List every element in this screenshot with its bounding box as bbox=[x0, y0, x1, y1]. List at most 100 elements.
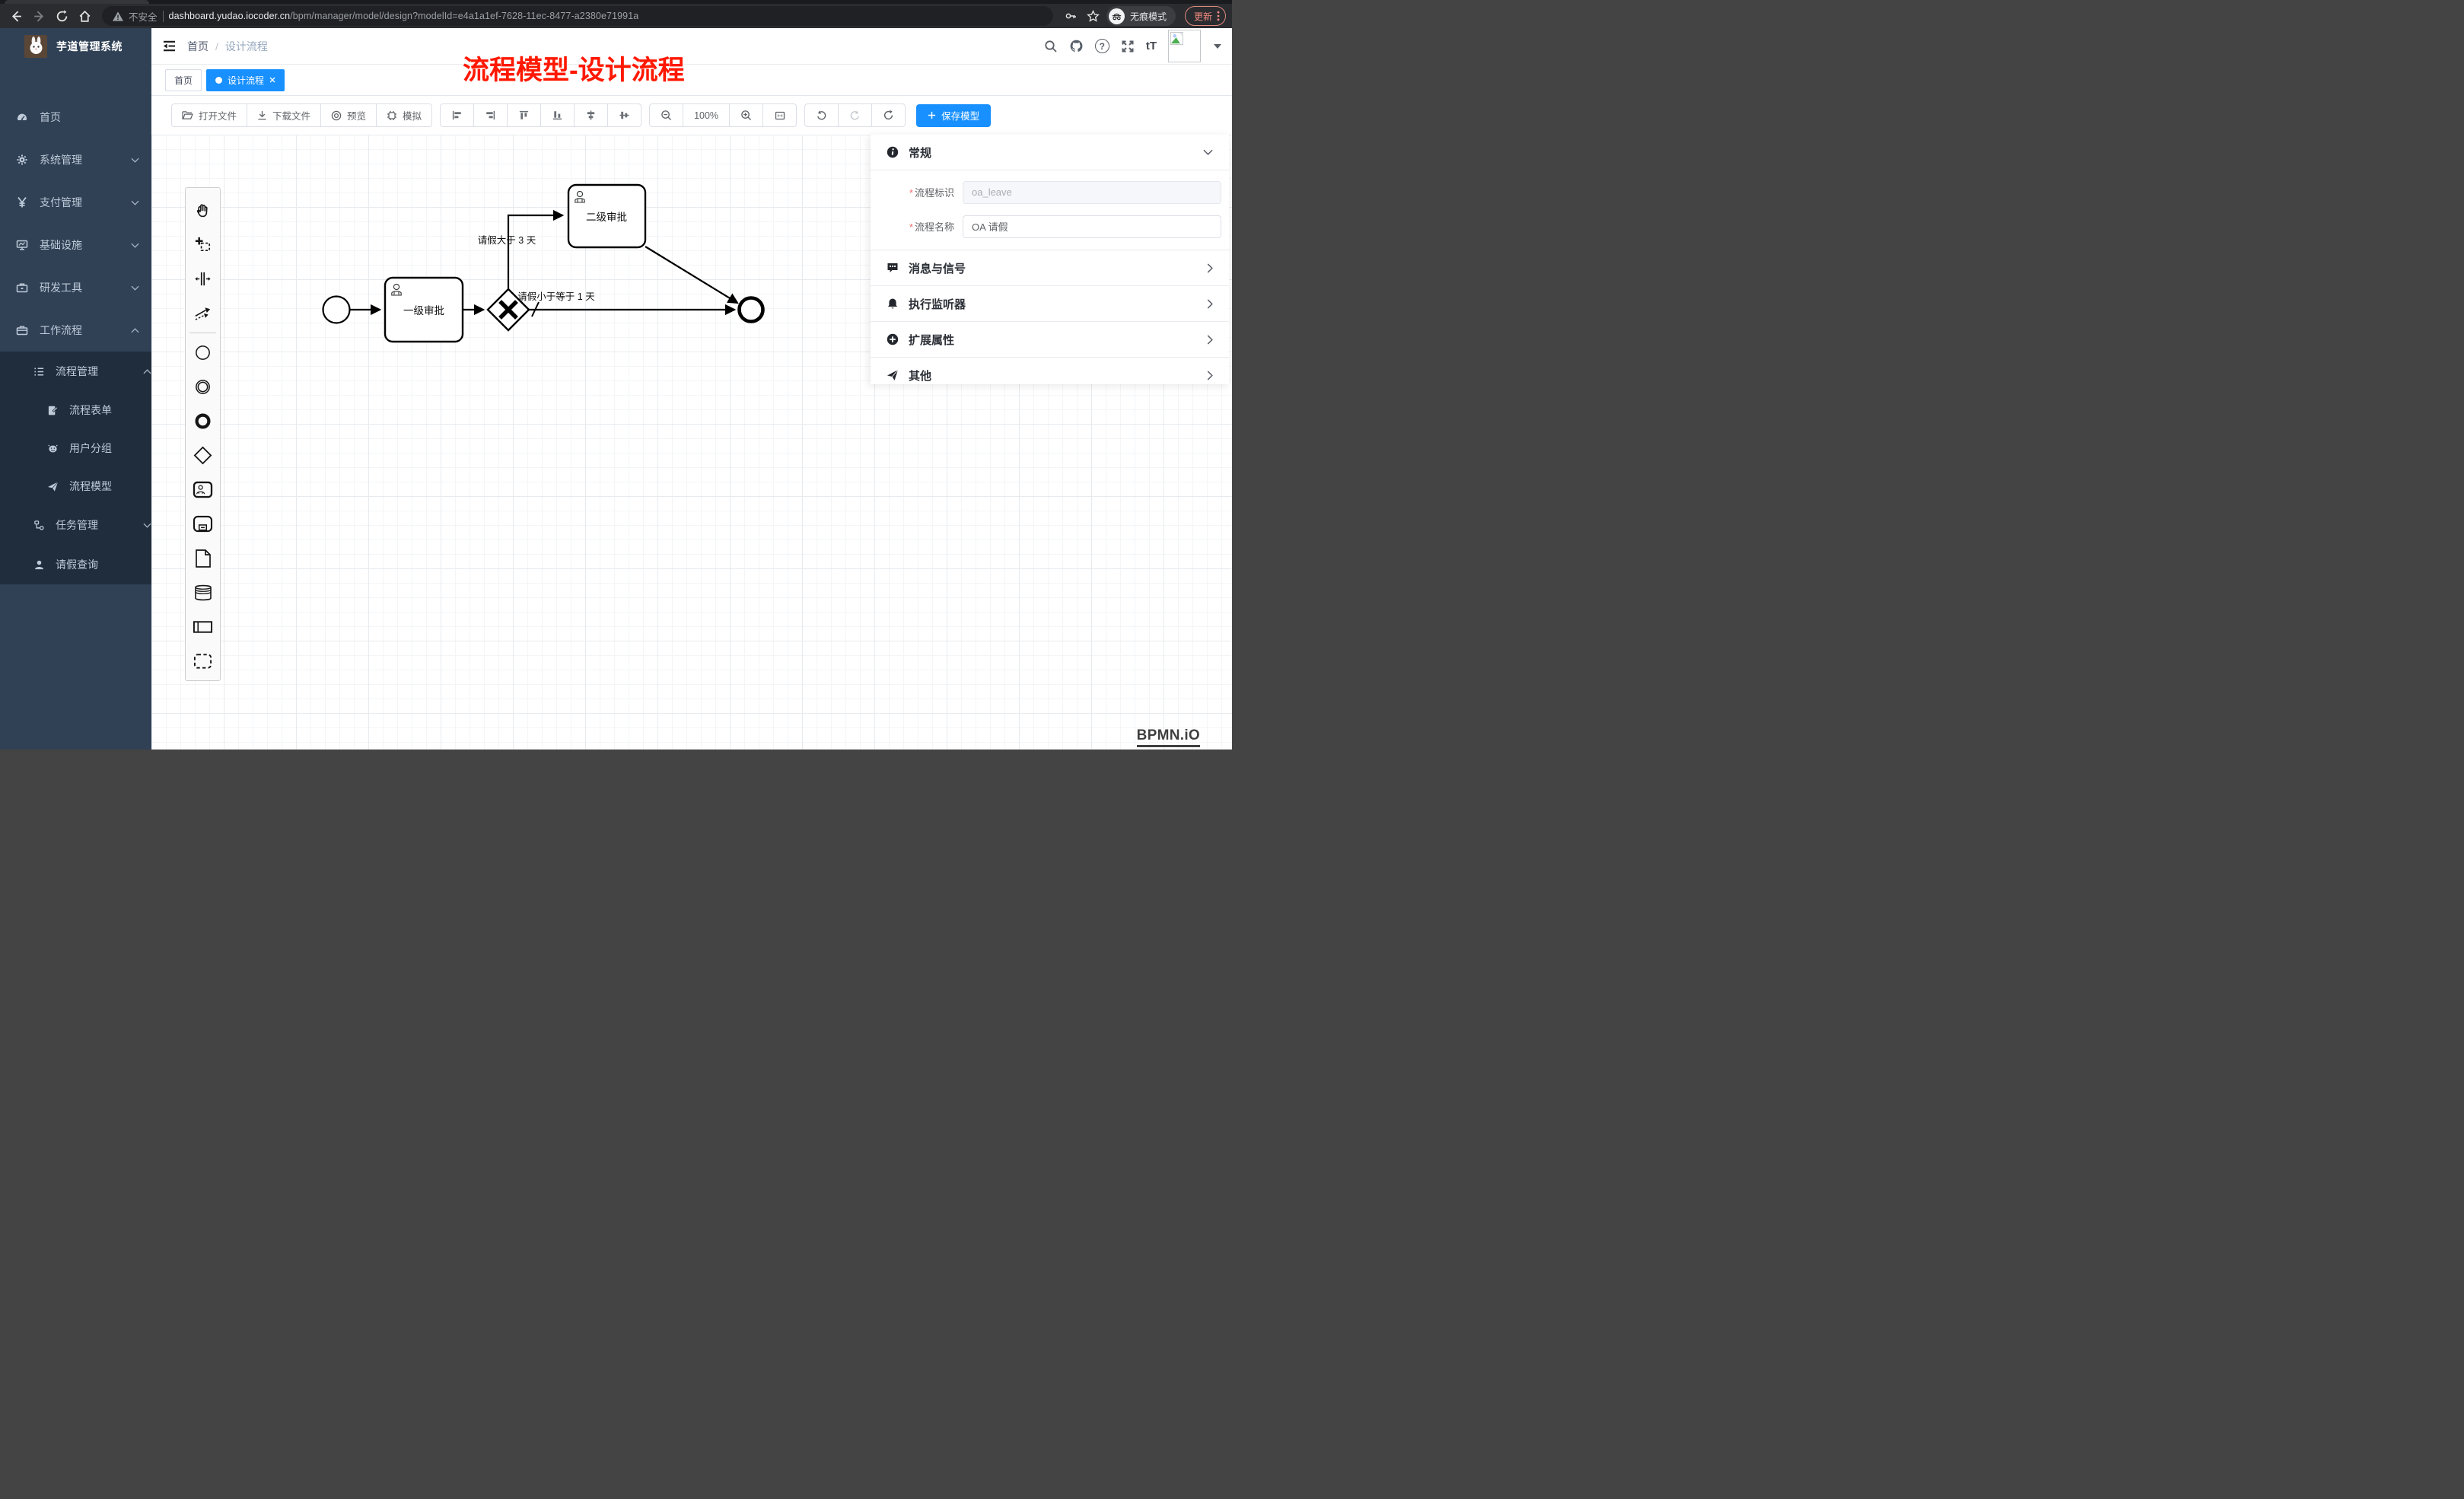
simulate-button[interactable]: 模拟 bbox=[376, 103, 432, 127]
align-center-button[interactable] bbox=[574, 103, 608, 127]
flow-gateway-to-task2[interactable] bbox=[508, 215, 562, 289]
forward-icon[interactable] bbox=[29, 6, 49, 26]
message-icon bbox=[887, 262, 899, 274]
security-label[interactable]: 不安全 bbox=[129, 9, 158, 24]
sidebar-item-label: 基础设施 bbox=[40, 237, 82, 253]
app-logo bbox=[24, 35, 47, 58]
sidebar-item-process-mgmt[interactable]: 流程管理 bbox=[0, 352, 151, 391]
sidebar-item-process-model[interactable]: 流程模型 bbox=[0, 467, 151, 505]
fullscreen-icon[interactable] bbox=[1121, 40, 1135, 53]
help-glyph: ? bbox=[1100, 41, 1105, 52]
sidebar-item-home[interactable]: 首页 bbox=[0, 96, 151, 138]
sidebar-item-label: 用户分组 bbox=[69, 441, 112, 456]
tab-home[interactable]: 首页 bbox=[165, 69, 202, 91]
zoom-level[interactable]: 100% bbox=[683, 103, 730, 127]
field-process-key: *流程标识 bbox=[871, 175, 1229, 209]
save-model-button[interactable]: 保存模型 bbox=[916, 104, 991, 127]
collapse-sidebar-icon[interactable] bbox=[162, 40, 177, 53]
warning-icon[interactable] bbox=[113, 11, 123, 21]
process-key-input[interactable] bbox=[963, 181, 1221, 204]
tab-bar: 首页 设计流程 bbox=[151, 65, 1232, 96]
download-file-label: 下载文件 bbox=[272, 108, 310, 123]
breadcrumb-separator: / bbox=[215, 40, 218, 53]
restart-button[interactable] bbox=[871, 103, 906, 127]
help-icon[interactable]: ? bbox=[1095, 39, 1109, 53]
logo-row[interactable]: 芋道管理系统 bbox=[0, 28, 151, 65]
open-file-button[interactable]: 打开文件 bbox=[171, 103, 247, 127]
sidebar-item-task-mgmt[interactable]: 任务管理 bbox=[0, 505, 151, 545]
sidebar-item-leave-query[interactable]: 请假查询 bbox=[0, 545, 151, 584]
sidebar-item-workflow[interactable]: 工作流程 bbox=[0, 309, 151, 352]
section-execution-listeners[interactable]: 执行监听器 bbox=[871, 286, 1229, 322]
bpmn-canvas[interactable]: 一级审批 二级审批 请假 bbox=[151, 135, 1232, 750]
send-icon bbox=[887, 369, 899, 381]
user-task-level2[interactable]: 二级审批 bbox=[568, 185, 645, 247]
chevron-up-icon bbox=[143, 369, 151, 374]
align-bottom-button[interactable] bbox=[540, 103, 575, 127]
section-other[interactable]: 其他 bbox=[871, 358, 1229, 393]
sidebar-item-user-group[interactable]: 用户分组 bbox=[0, 429, 151, 467]
more-menu-icon[interactable] bbox=[1217, 11, 1220, 21]
simulate-label: 模拟 bbox=[403, 108, 422, 123]
font-size-icon[interactable]: tT bbox=[1146, 40, 1157, 53]
sidebar-item-devtools[interactable]: 研发工具 bbox=[0, 266, 151, 309]
incognito-label: 无痕模式 bbox=[1130, 10, 1167, 23]
start-event[interactable] bbox=[323, 297, 350, 323]
section-general[interactable]: 常规 bbox=[871, 135, 1229, 170]
close-icon[interactable] bbox=[269, 77, 275, 83]
flow-label-gt3days[interactable]: 请假大于 3 天 bbox=[478, 235, 536, 246]
zoom-reset-button[interactable] bbox=[762, 103, 797, 127]
section-extended-attributes[interactable]: 扩展属性 bbox=[871, 322, 1229, 358]
section-messages-signals[interactable]: 消息与信号 bbox=[871, 250, 1229, 286]
redo-button[interactable] bbox=[838, 103, 872, 127]
section-title: 其他 bbox=[909, 368, 931, 384]
zoom-in-button[interactable] bbox=[729, 103, 763, 127]
field-label: *流程名称 bbox=[887, 219, 963, 234]
back-icon[interactable] bbox=[6, 6, 26, 26]
sidebar-item-label: 首页 bbox=[40, 110, 61, 125]
url-bar[interactable]: 不安全 dashboard.yudao.iocoder.cn/bpm/manag… bbox=[102, 6, 1053, 26]
sidebar-item-payment[interactable]: 支付管理 bbox=[0, 181, 151, 224]
sidebar-item-label: 系统管理 bbox=[40, 152, 82, 167]
end-event[interactable] bbox=[740, 298, 763, 322]
preview-button[interactable]: 预览 bbox=[320, 103, 377, 127]
sidebar-item-system[interactable]: 系统管理 bbox=[0, 138, 151, 181]
group-face-icon bbox=[47, 443, 59, 454]
undo-button[interactable] bbox=[804, 103, 839, 127]
process-name-input[interactable] bbox=[963, 215, 1221, 238]
download-file-button[interactable]: 下载文件 bbox=[247, 103, 321, 127]
chevron-down-icon bbox=[1203, 149, 1213, 155]
sidebar-item-process-form[interactable]: 流程表单 bbox=[0, 391, 151, 429]
zoom-out-button[interactable] bbox=[649, 103, 683, 127]
flow-label-lte1day[interactable]: 请假小于等于 1 天 bbox=[517, 291, 595, 302]
align-top-button[interactable] bbox=[507, 103, 541, 127]
properties-panel: 常规 *流程标识 *流程名称 bbox=[871, 135, 1229, 384]
flow-task2-to-end[interactable] bbox=[645, 247, 737, 303]
search-icon[interactable] bbox=[1044, 40, 1058, 53]
chevron-down-icon bbox=[131, 158, 139, 163]
caret-down-icon[interactable] bbox=[1214, 44, 1221, 49]
reload-icon[interactable] bbox=[52, 6, 72, 26]
chevron-down-icon bbox=[131, 200, 139, 205]
bookmark-star-icon[interactable] bbox=[1084, 6, 1103, 26]
bpmn-io-logo[interactable]: BPMN.iO bbox=[1137, 727, 1200, 747]
align-right-button[interactable] bbox=[473, 103, 508, 127]
incognito-badge: 无痕模式 bbox=[1106, 6, 1176, 26]
github-icon[interactable] bbox=[1069, 39, 1084, 53]
key-icon[interactable] bbox=[1061, 6, 1081, 26]
align-left-button[interactable] bbox=[440, 103, 474, 127]
sidebar-item-label: 研发工具 bbox=[40, 280, 82, 295]
broken-image-icon bbox=[1170, 32, 1183, 45]
align-middle-button[interactable] bbox=[607, 103, 641, 127]
breadcrumb-home[interactable]: 首页 bbox=[187, 39, 209, 54]
breadcrumb: 首页 / 设计流程 bbox=[187, 39, 268, 54]
browser-chrome: 不安全 dashboard.yudao.iocoder.cn/bpm/manag… bbox=[0, 0, 1232, 28]
tab-design-process[interactable]: 设计流程 bbox=[206, 69, 285, 91]
url-text[interactable]: dashboard.yudao.iocoder.cn/bpm/manager/m… bbox=[169, 11, 639, 21]
avatar[interactable] bbox=[1168, 30, 1201, 62]
home-icon[interactable] bbox=[75, 6, 94, 26]
folder-icon bbox=[182, 110, 193, 120]
sidebar-item-infra[interactable]: 基础设施 bbox=[0, 224, 151, 266]
user-task-level1[interactable]: 一级审批 bbox=[385, 278, 463, 342]
update-button[interactable]: 更新 bbox=[1185, 6, 1226, 26]
